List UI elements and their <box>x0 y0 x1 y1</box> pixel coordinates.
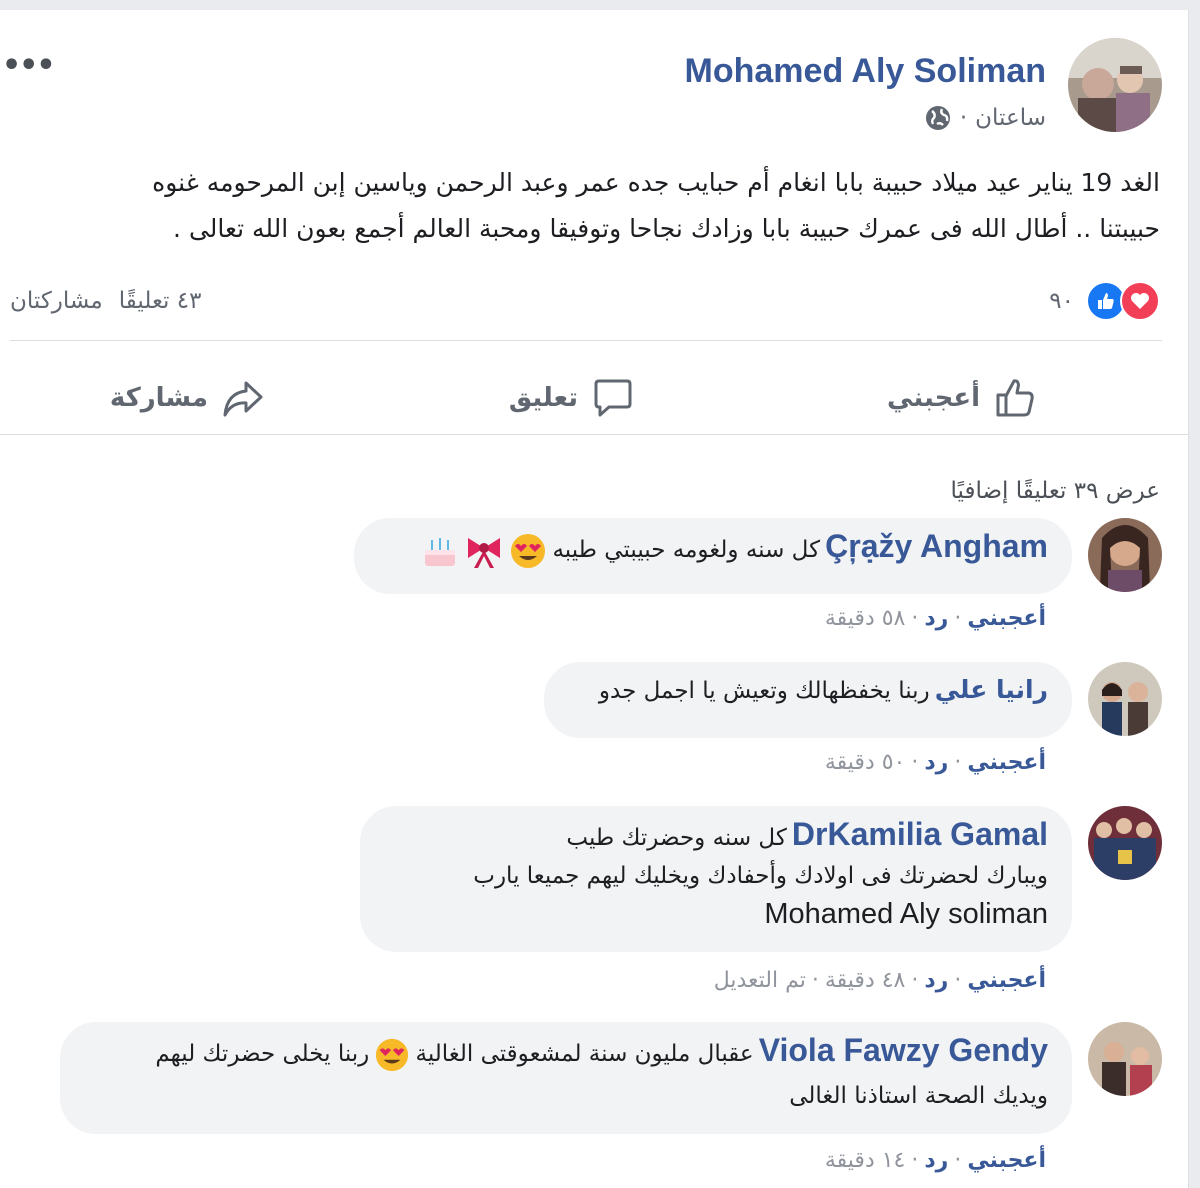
post-text: الغد 19 يناير عيد ميلاد حبيبة بابا انغام… <box>20 160 1160 252</box>
comment-bubble: Çŗạžy Angham كل سنه ولغومه حبيبتي طيبه <box>354 518 1072 594</box>
comment-text: ربنا يخفظهالك وتعيش يا اجمل جدو <box>598 678 930 704</box>
post-card: Mohamed Aly Soliman ساعتان · ••• الغد 19… <box>0 10 1189 1188</box>
post-text-line-2: حبيبتنا .. أطال الله فى عمرك حبيبة بابا … <box>173 214 1160 243</box>
comment-avatar[interactable] <box>1088 806 1162 880</box>
comment-text: عقبال مليون سنة لمشعوقتى الغالية <box>415 1041 754 1067</box>
comment-author[interactable]: رانيا علي <box>935 675 1048 704</box>
comment-avatar[interactable] <box>1088 1022 1162 1096</box>
comment-bubble: DrKamilia Gamal كل سنه وحضرتك طيب ويبارك… <box>360 806 1072 952</box>
comment-like-link[interactable]: أعجبني <box>967 750 1046 775</box>
comment-actions: أعجبني·رد·٥٨ دقيقة <box>824 606 1046 631</box>
like-button[interactable]: أعجبني <box>887 372 1038 424</box>
post-author-name[interactable]: Mohamed Aly Soliman <box>685 52 1046 91</box>
comment-actions: أعجبني·رد·٥٠ دقيقة <box>824 750 1046 775</box>
comment-reply-link[interactable]: رد <box>924 606 948 631</box>
comment-bubble: رانيا علي ربنا يخفظهالك وتعيش يا اجمل جد… <box>544 662 1072 738</box>
love-reaction-icon <box>1120 281 1160 321</box>
post-time[interactable]: ساعتان <box>975 105 1046 131</box>
cake-emoji <box>421 532 459 574</box>
comment-text-line-2: ويبارك لحضرتك فى اولادك وأحفادك ويخليك ل… <box>473 863 1048 889</box>
edited-label[interactable]: تم التعديل <box>714 968 806 993</box>
meta-separator: · <box>959 105 968 131</box>
shares-count[interactable]: مشاركتان <box>10 288 103 314</box>
comment-author[interactable]: Viola Fawzy Gendy <box>759 1032 1048 1068</box>
comment-bubble: Viola Fawzy Gendy عقبال مليون سنة لمشعوق… <box>60 1022 1072 1134</box>
comment-time[interactable]: ٥٠ دقيقة <box>825 750 906 775</box>
comment-like-link[interactable]: أعجبني <box>967 1148 1046 1173</box>
comment-reply-link[interactable]: رد <box>924 968 948 993</box>
thumbs-up-icon <box>996 379 1034 417</box>
tagged-user-link[interactable]: Mohamed Aly soliman <box>384 895 1048 933</box>
like-button-label: أعجبني <box>887 383 980 413</box>
post-author-avatar[interactable] <box>1068 38 1162 132</box>
reaction-count: ٩٠ <box>1049 288 1074 314</box>
share-button[interactable]: مشاركة <box>110 372 266 424</box>
comment-like-link[interactable]: أعجبني <box>967 606 1046 631</box>
comment-time[interactable]: ١٤ دقيقة <box>825 1148 906 1173</box>
post-meta: ساعتان · <box>924 102 1046 134</box>
comment-button-label: تعليق <box>508 383 578 413</box>
comment-reply-link[interactable]: رد <box>924 750 948 775</box>
comment-text: كل سنه وحضرتك طيب <box>566 825 787 851</box>
comment-button[interactable]: تعليق <box>509 372 636 424</box>
post-options-icon[interactable]: ••• <box>2 48 56 83</box>
comment-like-link[interactable]: أعجبني <box>967 968 1046 993</box>
divider-bottom <box>0 434 1188 435</box>
ribbon-emoji <box>464 532 504 574</box>
comment-time[interactable]: ٥٨ دقيقة <box>825 606 906 631</box>
post-text-line-1: الغد 19 يناير عيد ميلاد حبيبة بابا انغام… <box>152 168 1160 197</box>
comment-text: كل سنه ولغومه حبيبتي طيبه <box>552 537 821 563</box>
view-more-comments-link[interactable]: عرض ٣٩ تعليقًا إضافيًا <box>951 478 1160 504</box>
post-stats: ٤٣ تعليقًا مشاركتان <box>10 282 201 320</box>
heart-eyes-emoji <box>509 532 547 574</box>
divider-top <box>10 340 1162 341</box>
comment-author[interactable]: Çŗạžy Angham <box>825 528 1048 564</box>
share-button-label: مشاركة <box>109 383 208 413</box>
reactions-summary[interactable]: ٩٠ <box>1049 281 1160 321</box>
comment-reply-link[interactable]: رد <box>924 1148 948 1173</box>
comment-text-cont: ربنا يخلى حضرتك ليهم <box>155 1041 370 1067</box>
comment-author[interactable]: DrKamilia Gamal <box>792 816 1048 852</box>
comment-actions: أعجبني·رد·٤٨ دقيقة·تم التعديل <box>713 968 1046 993</box>
comment-avatar[interactable] <box>1088 518 1162 592</box>
globe-icon[interactable] <box>924 104 952 132</box>
comment-avatar[interactable] <box>1088 662 1162 736</box>
comment-time[interactable]: ٤٨ دقيقة <box>825 968 906 993</box>
comment-icon <box>594 379 632 417</box>
comment-text-line-2: ويديك الصحة استاذنا الغالى <box>789 1082 1048 1109</box>
comment-actions: أعجبني·رد·١٤ دقيقة <box>824 1148 1046 1173</box>
share-icon <box>223 381 263 417</box>
comments-count[interactable]: ٤٣ تعليقًا <box>119 288 202 314</box>
heart-eyes-emoji <box>374 1037 410 1077</box>
